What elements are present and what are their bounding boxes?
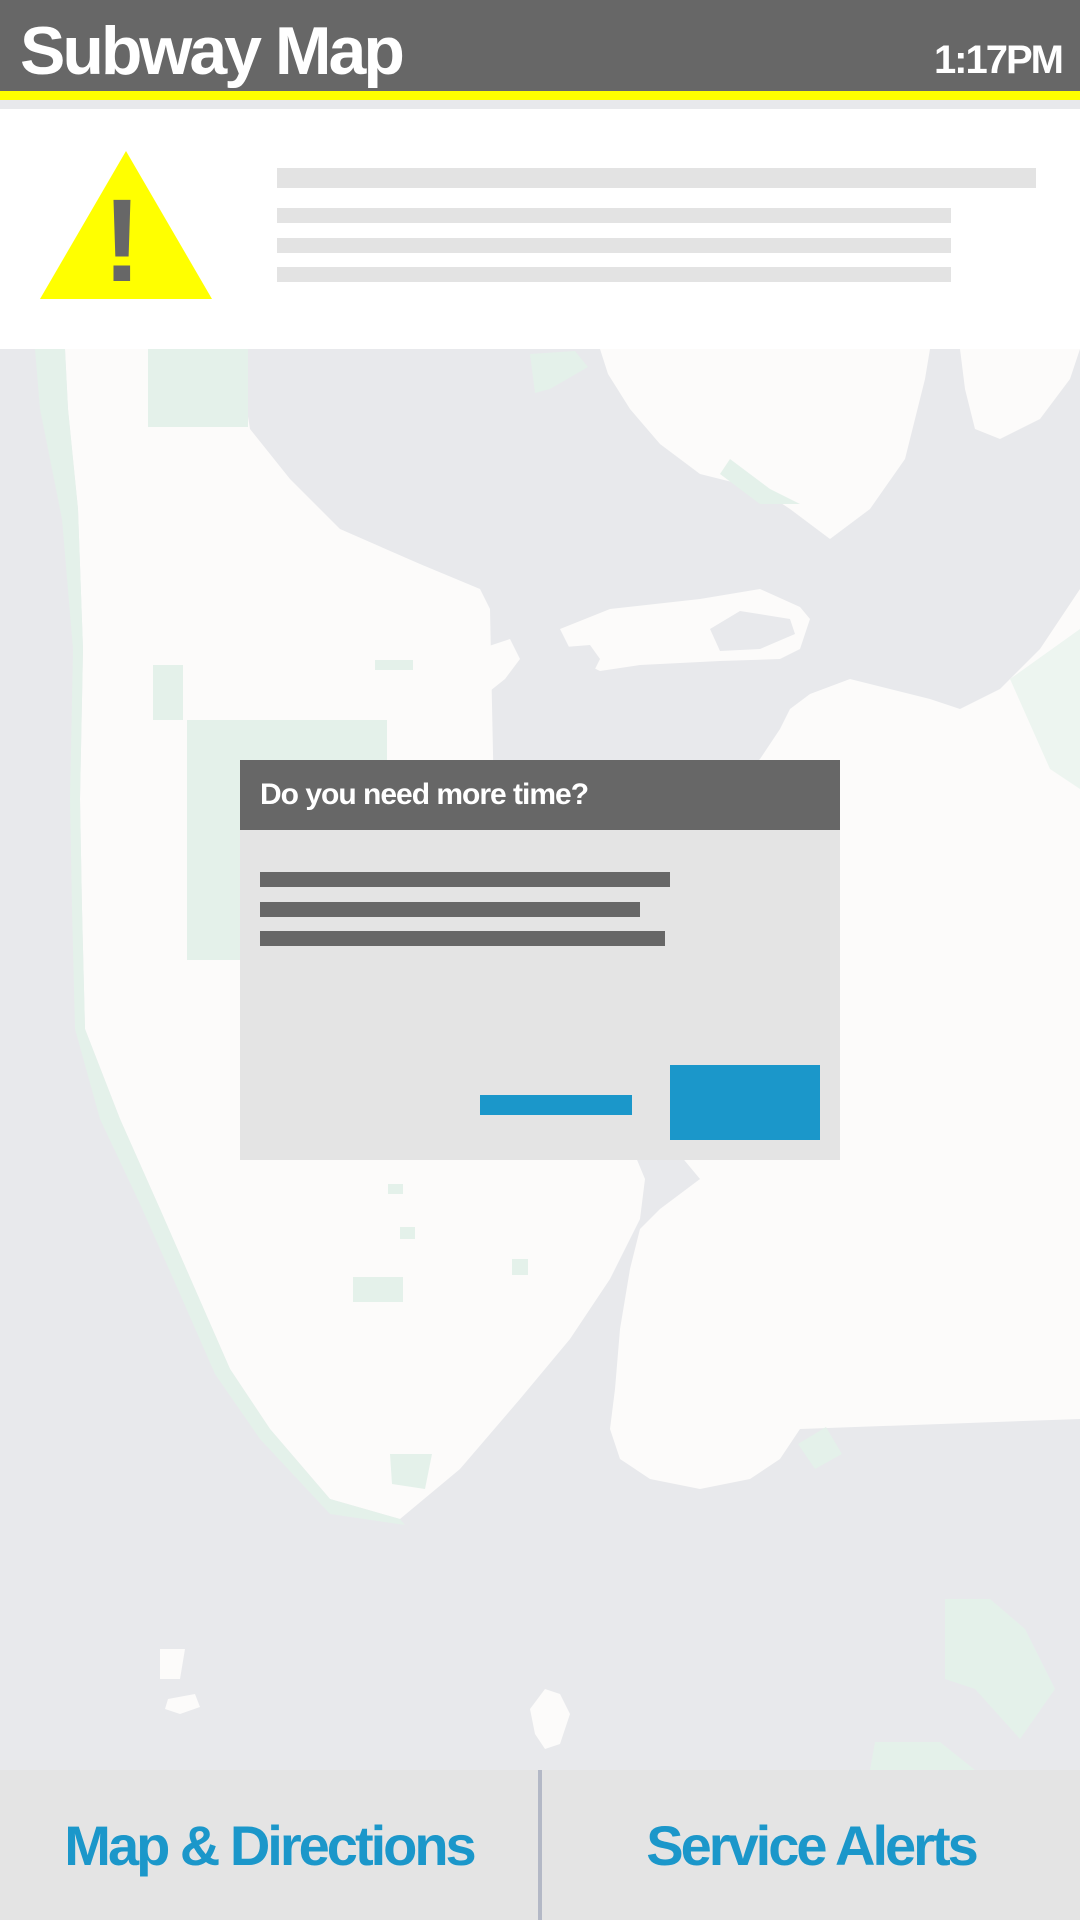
park — [148, 349, 248, 427]
alert-text-line-placeholder — [277, 208, 951, 223]
dialog-text-placeholder — [260, 931, 665, 946]
more-time-dialog[interactable]: Do you need more time? — [240, 760, 840, 1160]
alert-headline-placeholder — [277, 168, 1036, 188]
dialog-text-placeholder — [260, 872, 670, 887]
dialog-text-placeholder — [260, 902, 640, 917]
clock-time: 1:17PM — [933, 38, 1064, 82]
app-header: Subway Map 1:17PM — [0, 0, 1080, 100]
bottom-navigation: Map & Directions Service Alerts — [0, 1770, 1080, 1920]
warning-icon: ! — [40, 151, 212, 307]
app-title: Subway Map — [20, 13, 405, 89]
dialog-header: Do you need more time? — [240, 760, 840, 830]
service-alert-banner[interactable]: ! — [0, 109, 1080, 349]
warning-glyph: ! — [102, 175, 141, 307]
alert-text-line-placeholder — [277, 238, 951, 253]
dialog-title: Do you need more time? — [260, 778, 589, 811]
tab-map-directions[interactable]: Map & Directions — [0, 1770, 538, 1920]
tab-service-alerts[interactable]: Service Alerts — [542, 1770, 1080, 1920]
alert-text-line-placeholder — [277, 267, 951, 282]
dialog-primary-button[interactable] — [670, 1065, 820, 1140]
dialog-secondary-link[interactable] — [480, 1095, 632, 1115]
